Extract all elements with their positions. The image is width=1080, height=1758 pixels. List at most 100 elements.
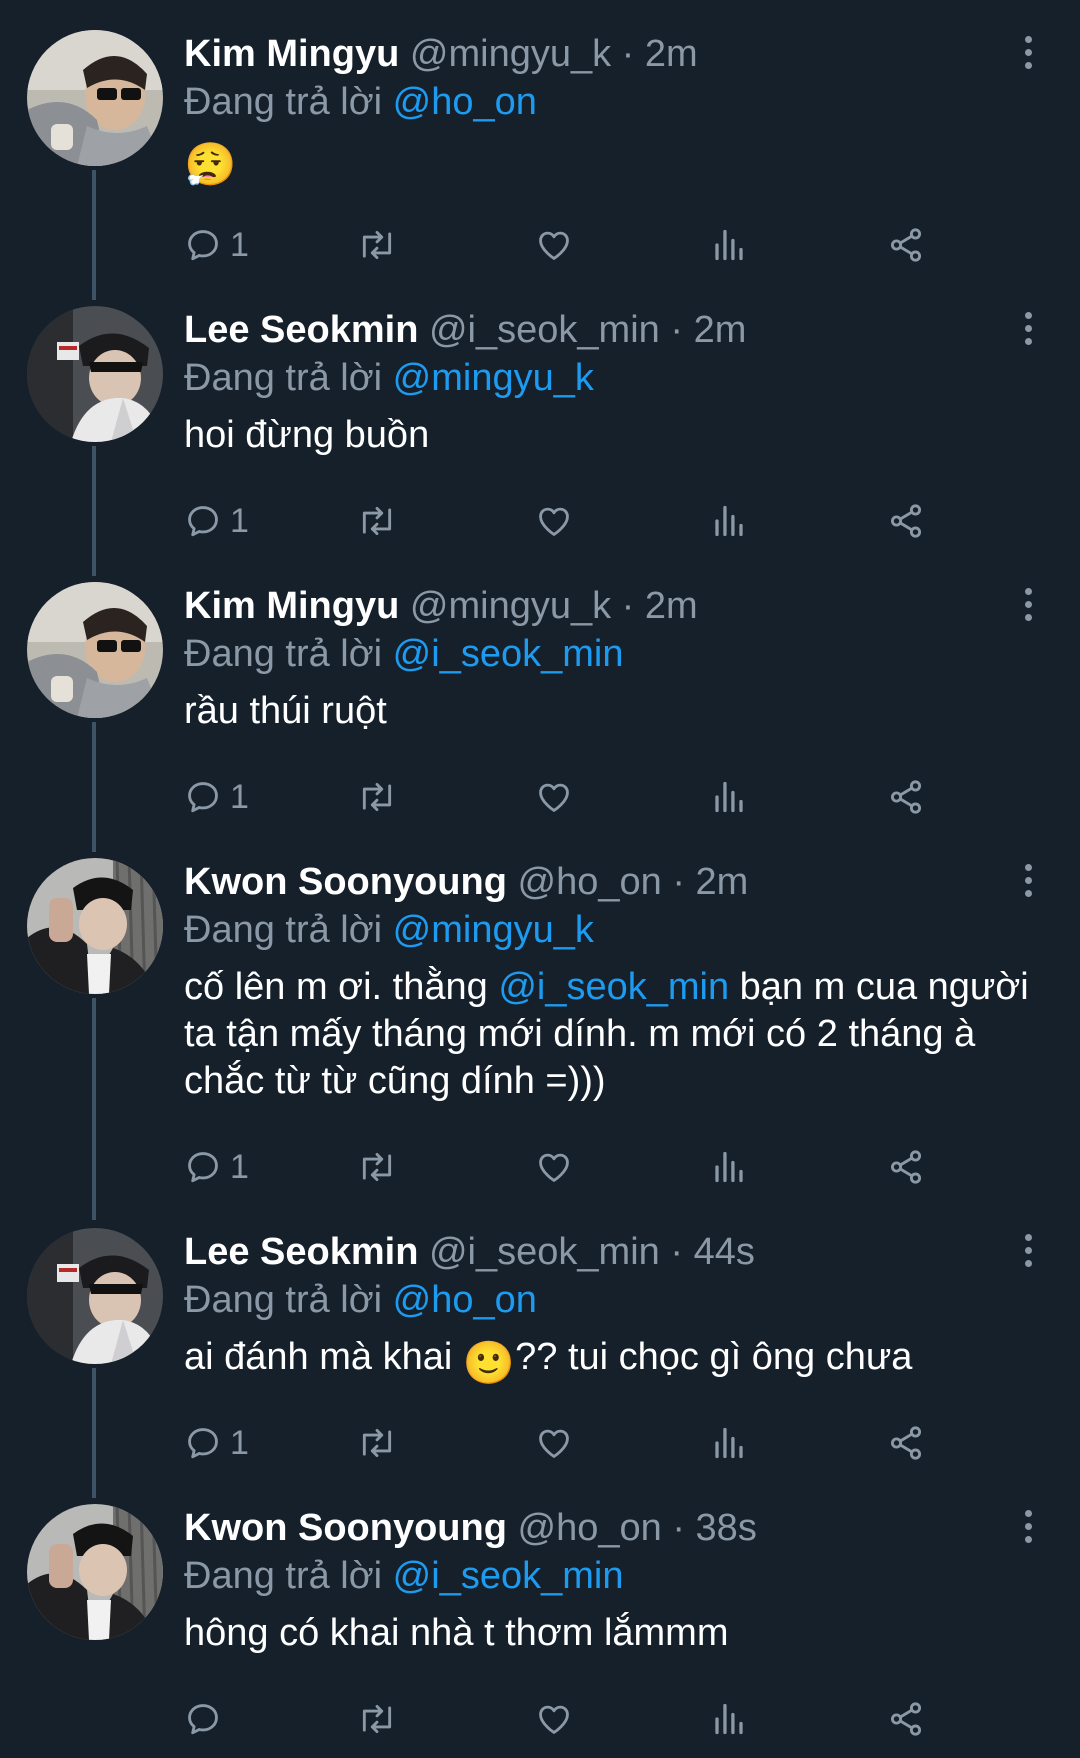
author-name[interactable]: Kwon Soonyoung <box>184 861 507 903</box>
retweet-button[interactable] <box>356 773 398 821</box>
more-icon[interactable] <box>1023 1234 1033 1270</box>
like-button[interactable] <box>534 1695 574 1743</box>
author-name[interactable]: Kim Mingyu <box>184 585 399 627</box>
author-name[interactable]: Kim Mingyu <box>184 33 399 75</box>
heart-icon <box>539 507 569 536</box>
timestamp[interactable]: 44s <box>694 1231 755 1273</box>
tweet-text: cố lên m ơi. thằng @i_seok_min bạn m cua… <box>184 964 1040 1105</box>
author-handle[interactable]: @ho_on <box>518 1507 662 1549</box>
more-icon[interactable] <box>1023 864 1033 900</box>
replying-to-label: Đang trả lời <box>184 357 383 399</box>
author-name[interactable]: Kwon Soonyoung <box>184 1507 507 1549</box>
views-button[interactable] <box>711 773 747 821</box>
separator-dot: · <box>621 33 635 75</box>
share-button[interactable] <box>886 1419 926 1467</box>
more-icon[interactable] <box>1023 1510 1033 1546</box>
author-handle[interactable]: @i_seok_min <box>429 1231 660 1273</box>
replying-to: Đang trả lời @mingyu_k <box>184 354 1040 402</box>
share-button[interactable] <box>886 221 926 269</box>
views-icon <box>715 1151 743 1183</box>
share-button[interactable] <box>886 1695 926 1743</box>
views-icon <box>715 505 743 537</box>
tweet-text: hông có khai nhà t thơm lắmmm <box>184 1612 729 1654</box>
reply-button[interactable]: 1 <box>184 1419 249 1467</box>
views-button[interactable] <box>711 221 747 269</box>
avatar[interactable] <box>27 858 163 994</box>
separator-dot: · <box>672 1507 685 1549</box>
timestamp[interactable]: 2m <box>645 33 698 75</box>
avatar-soonyoung-image <box>27 1504 163 1640</box>
action-bar: 1 <box>184 773 1020 821</box>
share-button[interactable] <box>886 497 926 545</box>
like-button[interactable] <box>534 773 574 821</box>
mention-link[interactable]: @ho_on <box>393 81 537 123</box>
avatar[interactable] <box>27 1504 163 1640</box>
share-icon <box>890 1150 922 1184</box>
author-handle[interactable]: @mingyu_k <box>410 585 611 627</box>
avatar[interactable] <box>27 582 163 718</box>
mention-link[interactable]: @i_seok_min <box>393 1555 624 1597</box>
retweet-button[interactable] <box>356 221 398 269</box>
reply-icon <box>188 1152 218 1183</box>
retweet-button[interactable] <box>356 1695 398 1743</box>
more-icon[interactable] <box>1023 36 1033 72</box>
share-icon <box>890 1426 922 1460</box>
views-button[interactable] <box>711 1143 747 1191</box>
views-button[interactable] <box>711 1419 747 1467</box>
reply-button[interactable] <box>184 1695 230 1743</box>
replying-to-label: Đang trả lời <box>184 633 383 675</box>
author-name[interactable]: Lee Seokmin <box>184 1231 418 1273</box>
retweet-button[interactable] <box>356 1419 398 1467</box>
tweet-text: rầu thúi ruột <box>184 690 387 732</box>
mention-link[interactable]: @mingyu_k <box>393 909 594 951</box>
mention-link[interactable]: @i_seok_min <box>393 633 624 675</box>
tweet-text: 😮‍💨 <box>184 136 1040 186</box>
heart-icon <box>539 1429 569 1458</box>
author-handle[interactable]: @mingyu_k <box>410 33 611 75</box>
heart-icon <box>539 1153 569 1182</box>
heart-icon <box>539 1705 569 1734</box>
retweet-button[interactable] <box>356 1143 398 1191</box>
mention-link[interactable]: @mingyu_k <box>393 357 594 399</box>
share-button[interactable] <box>886 1143 926 1191</box>
avatar-seokmin-image <box>27 1228 163 1364</box>
like-button[interactable] <box>534 497 574 545</box>
avatar[interactable] <box>27 306 163 442</box>
share-button[interactable] <box>886 773 926 821</box>
share-icon <box>890 504 922 538</box>
timestamp[interactable]: 2m <box>694 309 747 351</box>
timestamp[interactable]: 2m <box>696 861 749 903</box>
mention-link[interactable]: @ho_on <box>393 1279 537 1321</box>
retweet-icon <box>362 1704 392 1734</box>
reply-button[interactable]: 1 <box>184 1143 249 1191</box>
reply-button[interactable]: 1 <box>184 221 249 269</box>
author-handle[interactable]: @ho_on <box>518 861 662 903</box>
separator-dot: · <box>670 309 683 351</box>
avatar[interactable] <box>27 30 163 166</box>
views-button[interactable] <box>711 1695 747 1743</box>
thread-line <box>92 170 96 300</box>
retweet-icon <box>362 782 392 812</box>
reply-button[interactable]: 1 <box>184 497 249 545</box>
retweet-button[interactable] <box>356 497 398 545</box>
avatar-seokmin-image <box>27 306 163 442</box>
mention-link[interactable]: @i_seok_min <box>498 966 729 1008</box>
thread-line <box>92 998 96 1220</box>
author-name[interactable]: Lee Seokmin <box>184 309 418 351</box>
reply-icon <box>188 1428 218 1459</box>
timestamp[interactable]: 2m <box>645 585 698 627</box>
more-icon[interactable] <box>1023 588 1033 624</box>
reply-button[interactable]: 1 <box>184 773 249 821</box>
replying-to-label: Đang trả lời <box>184 81 383 123</box>
tweet-text-part: ?? tui chọc gì ông chưa <box>515 1336 913 1378</box>
views-icon <box>715 1703 743 1735</box>
avatar[interactable] <box>27 1228 163 1364</box>
like-button[interactable] <box>534 1143 574 1191</box>
timestamp[interactable]: 38s <box>696 1507 757 1549</box>
like-button[interactable] <box>534 221 574 269</box>
views-button[interactable] <box>711 497 747 545</box>
action-bar: 1 <box>184 1143 1020 1191</box>
more-icon[interactable] <box>1023 312 1033 348</box>
author-handle[interactable]: @i_seok_min <box>429 309 660 351</box>
like-button[interactable] <box>534 1419 574 1467</box>
